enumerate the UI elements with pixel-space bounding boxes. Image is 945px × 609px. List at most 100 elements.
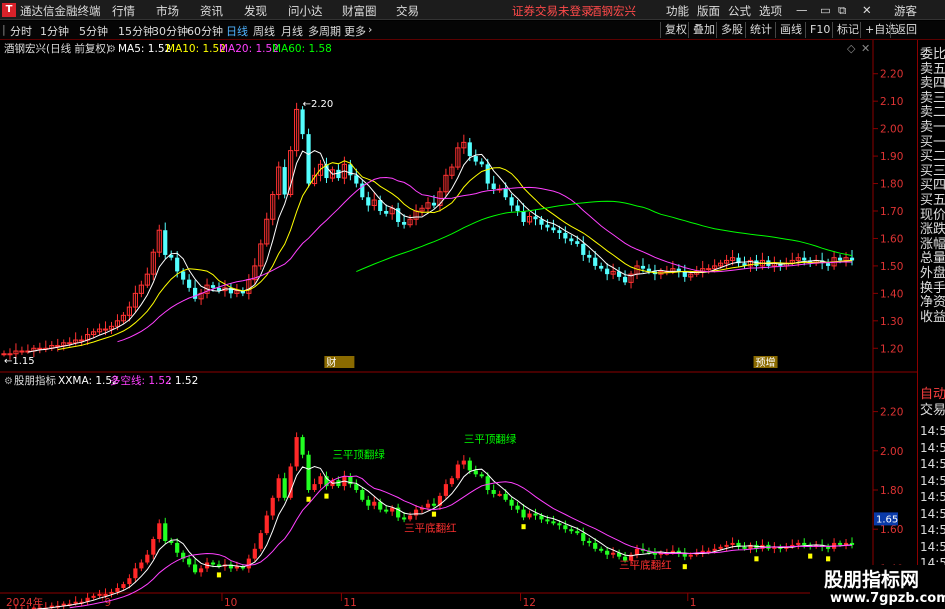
close-panel-icon[interactable]: ✕ bbox=[861, 42, 870, 55]
guest-label[interactable]: 游客 bbox=[894, 3, 917, 19]
period-tab-tick[interactable]: 分时 bbox=[10, 23, 32, 39]
menu-item-discover[interactable]: 发现 bbox=[244, 3, 267, 19]
menu-item-options[interactable]: 选项 bbox=[759, 3, 782, 19]
indicator-candle-up bbox=[449, 478, 454, 485]
indicator-candle-down bbox=[479, 474, 484, 477]
x-tick-label: 12 bbox=[523, 597, 536, 609]
period-toolbar: | 分时 1分钟 5分钟 15分钟 30分钟 60分钟 日线 周线 月线 多周期… bbox=[0, 21, 945, 40]
period-tab-weekly[interactable]: 周线 bbox=[253, 23, 275, 39]
indicator-candle-up bbox=[121, 584, 126, 588]
indicator-candle-down bbox=[473, 470, 478, 475]
menu-item-market[interactable]: 行情 bbox=[112, 3, 135, 19]
window-icon[interactable]: ▭ bbox=[820, 3, 831, 17]
indicator-candle-up bbox=[264, 515, 269, 534]
auto-trade-label[interactable]: 自动 bbox=[920, 386, 945, 403]
close-icon[interactable]: ✕ bbox=[862, 3, 872, 17]
period-tab-5min[interactable]: 5分钟 bbox=[79, 23, 108, 39]
settings-gear-icon[interactable]: ⚙ bbox=[107, 44, 116, 55]
indicator-candle-down bbox=[431, 503, 437, 506]
y-tick-label: 2.00 bbox=[880, 124, 903, 136]
restore-icon[interactable]: ⧉ bbox=[838, 3, 846, 18]
indicator-candle-up bbox=[133, 568, 138, 579]
indicator-candle-down bbox=[587, 540, 592, 543]
kline-chart[interactable]: 酒钢宏兴(日线 前复权) ⚙ MA5: 1.52 MA10: 1.52 MA20… bbox=[0, 40, 917, 609]
signal-marker bbox=[754, 556, 759, 562]
indicator-candle-up bbox=[252, 548, 257, 559]
adjust-button[interactable]: 复权 bbox=[660, 22, 687, 38]
y-tick-label: 1.60 bbox=[880, 233, 903, 245]
indicator-candle-up bbox=[497, 493, 502, 496]
back-button[interactable]: 返回 bbox=[890, 22, 917, 38]
period-tab-30min[interactable]: 30分钟 bbox=[152, 23, 188, 39]
f10-button[interactable]: F10 bbox=[805, 22, 830, 38]
mark-button[interactable]: 标记 bbox=[832, 22, 859, 38]
menu-item-markets[interactable]: 市场 bbox=[156, 3, 179, 19]
menu-item-formula[interactable]: 公式 bbox=[728, 3, 751, 19]
indicator-candle-down bbox=[491, 490, 496, 494]
tick-time-label: 14:56 bbox=[920, 424, 945, 438]
candle-down bbox=[210, 285, 216, 288]
chevron-right-icon[interactable]: › bbox=[368, 23, 372, 36]
ma10-label: MA10: 1.52 bbox=[166, 43, 226, 55]
period-tab-15min[interactable]: 15分钟 bbox=[118, 23, 154, 39]
watermark: 股朋指标网 www.7gpzb.com bbox=[810, 565, 945, 609]
candle-down bbox=[563, 232, 568, 239]
menu-item-wealth[interactable]: 财富圈 bbox=[342, 3, 377, 19]
period-tab-1min[interactable]: 1分钟 bbox=[40, 23, 69, 39]
login-status[interactable]: 证券交易未登录 bbox=[512, 3, 593, 19]
indicator-candle-up bbox=[318, 476, 323, 485]
menu-item-ask[interactable]: 问小达 bbox=[288, 3, 323, 19]
menu-item-trade[interactable]: 交易 bbox=[396, 3, 419, 19]
candle-down bbox=[587, 254, 592, 258]
tick-time-label: 14:56 bbox=[920, 523, 945, 537]
period-tab-more[interactable]: 更多 bbox=[344, 23, 366, 39]
watermark-title: 股朋指标网 bbox=[824, 569, 920, 591]
indicator-candle-up bbox=[407, 515, 413, 520]
candle-down bbox=[581, 243, 586, 255]
candle-up bbox=[7, 353, 13, 356]
indicator-title: 股朋指标 bbox=[14, 374, 56, 387]
signal-marker bbox=[682, 564, 687, 570]
indicator-candle-up bbox=[246, 558, 251, 569]
menu-bar: T 通达信金融终端 行情 市场 资讯 发现 问小达 财富圈 交易 证券交易未登录… bbox=[0, 0, 945, 20]
indicator-candle-down bbox=[402, 517, 407, 520]
indicator-gear-icon[interactable]: ⚙ bbox=[4, 376, 13, 387]
period-tab-multi[interactable]: 多周期 bbox=[308, 23, 341, 39]
tick-time-label: 14:56 bbox=[920, 539, 945, 554]
signal-marker bbox=[826, 556, 831, 562]
event-badge-label: 财 bbox=[326, 356, 336, 369]
ma20-line bbox=[117, 176, 853, 343]
indicator-candle-down bbox=[467, 460, 472, 471]
menu-item-layout[interactable]: 版面 bbox=[697, 3, 720, 19]
candle-down bbox=[557, 230, 562, 233]
indicator-candle-up bbox=[527, 513, 532, 518]
menu-item-news[interactable]: 资讯 bbox=[200, 3, 223, 19]
ma5-label: MA5: 1.52 bbox=[118, 43, 171, 55]
candle-down bbox=[551, 227, 556, 231]
menu-item-function[interactable]: 功能 bbox=[666, 3, 689, 19]
period-tab-monthly[interactable]: 月线 bbox=[281, 23, 303, 39]
x-tick-label: 11 bbox=[343, 597, 356, 609]
candle-down bbox=[826, 263, 831, 266]
indicator-candle-down bbox=[593, 542, 598, 549]
statistics-button[interactable]: 统计 bbox=[745, 22, 772, 38]
overlay-button[interactable]: 叠加 bbox=[688, 22, 715, 38]
candle-down bbox=[473, 156, 478, 162]
indicator-candle-down bbox=[551, 521, 556, 524]
quote-side-panel: 委比 卖五 卖四 卖三 卖二 卖一 买一 买二 买三 买四 买五 现价 涨跌 涨幅 总量 外盘 换手 净资 收益 自动… bbox=[917, 40, 945, 609]
draw-line-button[interactable]: 画线 bbox=[775, 22, 802, 38]
minimize-icon[interactable]: — bbox=[796, 3, 808, 17]
candle-up bbox=[67, 342, 73, 345]
period-tab-60min[interactable]: 60分钟 bbox=[187, 23, 223, 39]
indicator-candle-down bbox=[557, 523, 562, 526]
xxma-line bbox=[34, 465, 853, 609]
signal-label: 三平顶翻绿 bbox=[332, 448, 385, 461]
indicator-y-tick-label: 2.00 bbox=[880, 446, 903, 458]
collapse-icon[interactable]: ◇ bbox=[847, 42, 856, 55]
trade-label[interactable]: 交易 bbox=[920, 402, 945, 419]
candle-up bbox=[102, 328, 109, 331]
period-tab-daily[interactable]: 日线 bbox=[226, 23, 248, 39]
indicator-candle-up bbox=[157, 523, 162, 539]
tick-time-label: 14:56 bbox=[920, 490, 945, 504]
multi-stock-button[interactable]: 多股 bbox=[716, 22, 743, 38]
